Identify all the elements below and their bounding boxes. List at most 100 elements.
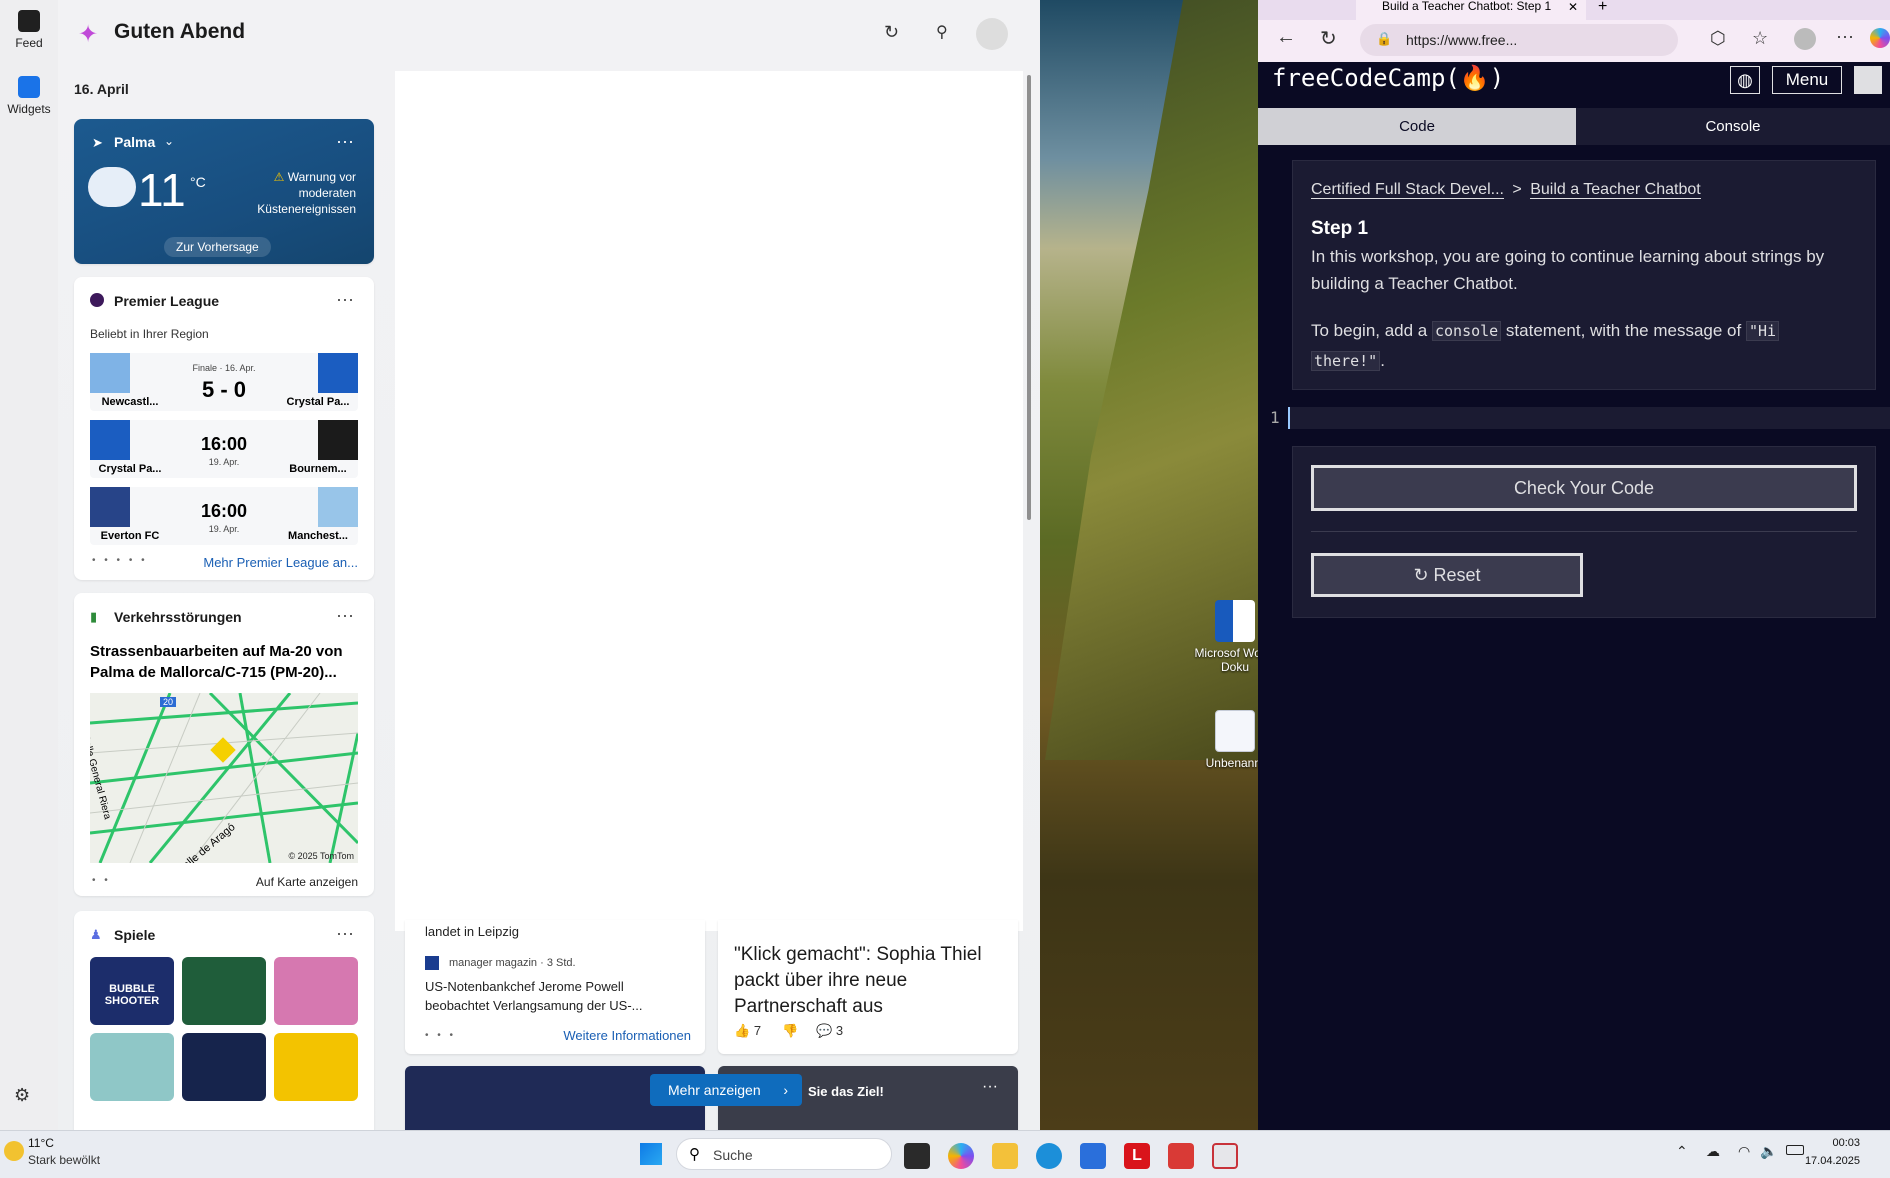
favorites-icon[interactable]: ☆ — [1752, 28, 1768, 49]
match-time: 16:00 — [200, 501, 248, 521]
traffic-map[interactable]: 20 Calle General Riera Calle de Aragó © … — [90, 693, 358, 863]
widgets-icon — [18, 76, 40, 98]
taskbar-weather-desc[interactable]: Stark bewölkt — [28, 1153, 100, 1167]
bournemouth-crest-icon — [318, 420, 358, 460]
match-row[interactable]: Everton FC 16:00 19. Apr. Manchest... — [90, 487, 358, 545]
more-options-icon[interactable]: ··· — [336, 289, 354, 310]
news-card[interactable]: landet in Leipzig manager magazin · 3 St… — [405, 920, 705, 1054]
game-tile-crazy[interactable] — [274, 1033, 358, 1101]
news-title[interactable]: US-Notenbankchef Jerome Powell beobachte… — [425, 977, 687, 1015]
rail-feed[interactable]: Feed — [0, 10, 58, 50]
tab-code[interactable]: Code — [1258, 108, 1576, 145]
match-row[interactable]: Crystal Pa... 16:00 19. Apr. Bournem... — [90, 420, 358, 478]
check-code-button[interactable]: Check Your Code — [1311, 465, 1857, 511]
show-more-button[interactable]: Mehr anzeigen › — [650, 1074, 802, 1106]
volume-icon[interactable]: 🔈 — [1760, 1143, 1777, 1160]
extensions-icon[interactable]: ⬡ — [1710, 28, 1726, 49]
pager-dots[interactable]: • • — [92, 875, 111, 886]
match-row[interactable]: Newcastl... Finale · 16. Apr. 5 - 0 Crys… — [90, 353, 358, 411]
taskbar-search[interactable]: ⚲ Suche — [676, 1138, 892, 1170]
map-link[interactable]: Auf Karte anzeigen — [256, 875, 358, 889]
refresh-icon[interactable]: ↻ — [884, 22, 899, 43]
more-options-icon[interactable]: ··· — [982, 1078, 998, 1096]
tab-console[interactable]: Console — [1576, 108, 1890, 145]
battery-icon[interactable] — [1786, 1145, 1804, 1155]
games-title[interactable]: Spiele — [114, 927, 155, 943]
browser-tab[interactable]: Build a Teacher Chatbot: Step 1 — [1356, 0, 1586, 20]
close-tab-icon[interactable]: ✕ — [1568, 0, 1578, 14]
taskbar-time[interactable]: 00:03 — [1832, 1137, 1860, 1149]
inline-code: console — [1431, 321, 1502, 341]
game-tile-hospital[interactable] — [90, 1033, 174, 1101]
avatar[interactable] — [976, 18, 1008, 50]
code-editor[interactable]: 1 — [1258, 405, 1890, 431]
more-menu-icon[interactable]: ··· — [1836, 26, 1854, 47]
reset-icon: ↻ — [1413, 565, 1434, 585]
game-tile-mahjong[interactable] — [182, 957, 266, 1025]
new-tab-icon[interactable]: + — [1598, 0, 1607, 16]
traffic-title[interactable]: Verkehrsstörungen — [114, 609, 242, 625]
edge-icon[interactable] — [1036, 1143, 1062, 1169]
game-tile-makeup[interactable] — [274, 957, 358, 1025]
browser-toolbar: ← ↻ 🔒 https://www.free... ⬡ ☆ ··· — [1258, 20, 1890, 62]
file-explorer-icon[interactable] — [992, 1143, 1018, 1169]
thumbs-down-icon[interactable]: 👎 — [782, 1023, 798, 1039]
game-tile-blocks[interactable] — [182, 1033, 266, 1101]
user-avatar-icon[interactable] — [1854, 66, 1882, 94]
fcc-logo[interactable]: freeCodeCamp(🔥) — [1272, 64, 1504, 92]
forecast-link[interactable]: Zur Vorhersage — [164, 237, 271, 257]
reset-button[interactable]: ↻ Reset — [1311, 553, 1583, 597]
away-team: Crystal Pa... — [286, 396, 350, 408]
connections-icon[interactable]: ⚲ — [936, 22, 948, 42]
feed-scrollbar[interactable] — [1027, 75, 1031, 520]
taskbar: 11°C Stark bewölkt ⚲ Suche L ⌃ ☁ ◠ 🔈 00:… — [0, 1130, 1890, 1178]
more-options-icon[interactable]: ··· — [336, 605, 354, 626]
breadcrumb-workshop[interactable]: Build a Teacher Chatbot — [1530, 181, 1701, 199]
copilot-app-icon[interactable] — [948, 1143, 974, 1169]
store-icon[interactable] — [1080, 1143, 1106, 1169]
rail-widgets[interactable]: Widgets — [0, 76, 58, 116]
pdf-app-icon[interactable] — [1168, 1143, 1194, 1169]
editor-cursor-line[interactable] — [1288, 407, 1890, 429]
home-team: Everton FC — [100, 530, 160, 542]
globe-icon[interactable]: ◍ — [1730, 66, 1760, 94]
weather-warning[interactable]: ⚠ Warnung vor moderaten Küstenereignisse… — [238, 169, 356, 217]
chevron-down-icon[interactable]: ⌄ — [164, 134, 174, 148]
weather-location[interactable]: Palma — [114, 134, 155, 150]
taskbar-weather-temp[interactable]: 11°C — [28, 1136, 54, 1150]
more-info-link[interactable]: Weitere Informationen — [563, 1028, 691, 1043]
more-options-icon[interactable]: ··· — [336, 923, 354, 944]
address-bar[interactable]: 🔒 https://www.free... — [1360, 24, 1678, 56]
l-app-icon[interactable]: L — [1124, 1143, 1150, 1169]
breadcrumb-course[interactable]: Certified Full Stack Devel... — [1311, 181, 1504, 199]
game-tile[interactable]: BUBBLE SHOOTER — [90, 957, 174, 1025]
settings-icon[interactable]: ⚙ — [14, 1085, 30, 1106]
step-instruction: To begin, add a console statement, with … — [1311, 316, 1851, 376]
windows-start-icon[interactable] — [640, 1143, 662, 1165]
snipping-tool-icon[interactable] — [1212, 1143, 1238, 1169]
reload-icon[interactable]: ↻ — [1320, 26, 1337, 51]
weather-card[interactable]: ➤ Palma ⌄ ··· 11 °C ⚠ Warnung vor modera… — [74, 119, 374, 264]
menu-button[interactable]: Menu — [1772, 66, 1842, 94]
pager-dots[interactable]: • • • — [425, 1030, 456, 1041]
comment-button[interactable]: 💬 3 — [816, 1023, 843, 1039]
news-headline[interactable]: "Klick gemacht": Sophia Thiel packt über… — [734, 942, 1004, 1020]
onedrive-offline-icon[interactable]: ☁ — [1706, 1143, 1720, 1160]
crystal-palace-crest-icon — [90, 420, 130, 460]
wifi-icon[interactable]: ◠ — [1738, 1143, 1750, 1160]
pager-dots[interactable]: • • • • • — [92, 555, 148, 566]
more-options-icon[interactable]: ··· — [336, 131, 354, 152]
chevron-up-icon[interactable]: ⌃ — [1676, 1143, 1688, 1160]
copilot-icon[interactable] — [1870, 28, 1890, 48]
tab-title: Build a Teacher Chatbot: Step 1 — [1382, 0, 1552, 13]
step-title: Step 1 — [1311, 218, 1369, 239]
league-title[interactable]: Premier League — [114, 293, 219, 309]
news-card[interactable]: "Klick gemacht": Sophia Thiel packt über… — [718, 920, 1018, 1054]
traffic-headline[interactable]: Strassenbauarbeiten auf Ma-20 von Palma … — [90, 641, 362, 683]
taskbar-date[interactable]: 17.04.2025 — [1805, 1155, 1860, 1167]
back-icon[interactable]: ← — [1276, 26, 1296, 49]
task-view-icon[interactable] — [904, 1143, 930, 1169]
like-button[interactable]: 👍 7 — [734, 1023, 761, 1039]
more-league-link[interactable]: Mehr Premier League an... — [203, 555, 358, 570]
profile-icon[interactable] — [1794, 28, 1816, 50]
